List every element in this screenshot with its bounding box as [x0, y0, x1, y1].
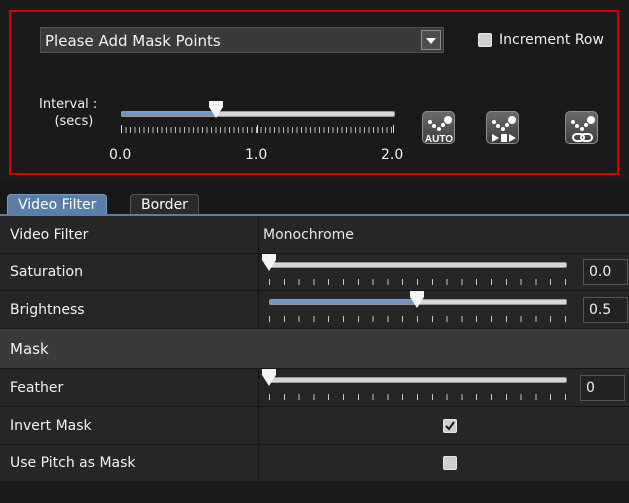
increment-row-label: Increment Row	[499, 32, 604, 48]
saturation-row: Saturation 0.0	[0, 254, 629, 291]
feather-slider[interactable]	[262, 369, 567, 401]
use-pitch-label: Use Pitch as Mask	[10, 455, 136, 471]
feather-slider-ticks	[269, 394, 567, 400]
chevron-down-icon[interactable]	[421, 30, 441, 50]
interval-label-line2: (secs)	[54, 114, 94, 129]
tab-video-filter[interactable]: Video Filter	[7, 194, 108, 215]
interval-label: Interval : (secs)	[39, 96, 97, 130]
saturation-label: Saturation	[10, 264, 83, 280]
tab-border[interactable]: Border	[130, 194, 199, 215]
step-track-icon	[492, 116, 516, 142]
auto-track-icon: AUTO	[425, 116, 453, 145]
brightness-label: Brightness	[10, 302, 85, 318]
mask-section-label: Mask	[10, 340, 49, 358]
feather-slider-track[interactable]	[269, 377, 567, 383]
video-filter-value[interactable]: Monochrome	[263, 227, 354, 243]
brightness-value-field[interactable]: 0.5	[583, 297, 628, 323]
invert-mask-checkbox[interactable]	[443, 419, 457, 433]
brightness-slider-ticks	[269, 316, 567, 322]
link-track-icon	[571, 116, 595, 142]
saturation-value-field[interactable]: 0.0	[583, 259, 628, 285]
link-track-button[interactable]	[565, 111, 598, 144]
increment-row-checkbox[interactable]	[478, 33, 492, 47]
auto-caption: AUTO	[425, 134, 453, 145]
feather-value-field[interactable]: 0	[580, 375, 625, 401]
auto-track-button[interactable]: AUTO	[422, 111, 455, 145]
feather-row: Feather 0	[0, 369, 629, 407]
video-filter-label: Video Filter	[10, 227, 89, 243]
interval-slider[interactable]	[121, 101, 395, 135]
saturation-slider-ticks	[269, 279, 567, 285]
checkmark-icon	[445, 421, 455, 431]
interval-tick-labels: 0.0 1.0 2.0	[109, 147, 421, 165]
brightness-slider-fill	[270, 300, 418, 304]
invert-mask-label: Invert Mask	[10, 418, 92, 434]
saturation-slider[interactable]	[262, 254, 567, 286]
interval-label-line1: Interval :	[39, 97, 98, 112]
interval-slider-major-ticks	[121, 125, 395, 133]
feather-label: Feather	[10, 380, 64, 396]
interval-slider-track[interactable]	[121, 111, 395, 117]
brightness-slider[interactable]	[269, 291, 567, 323]
interval-slider-fill	[122, 112, 218, 116]
mask-points-dropdown-value: Please Add Mask Points	[45, 32, 221, 50]
interval-tick-label-min: 0.0	[109, 147, 132, 163]
brightness-row: Brightness 0.5	[0, 291, 629, 329]
mask-section-header: Mask	[0, 329, 629, 369]
use-pitch-checkbox[interactable]	[443, 456, 457, 470]
invert-mask-row: Invert Mask	[0, 407, 629, 445]
mask-points-dropdown[interactable]: Please Add Mask Points	[40, 27, 444, 53]
step-track-button[interactable]	[486, 111, 519, 144]
interval-tick-label-mid: 1.0	[245, 147, 268, 163]
saturation-slider-track[interactable]	[269, 262, 567, 268]
mask-points-panel: Please Add Mask Points Increment Row Int…	[9, 10, 619, 175]
interval-tick-label-max: 2.0	[381, 147, 404, 163]
video-filter-row: Video Filter Monochrome	[0, 216, 629, 254]
use-pitch-row: Use Pitch as Mask	[0, 445, 629, 482]
